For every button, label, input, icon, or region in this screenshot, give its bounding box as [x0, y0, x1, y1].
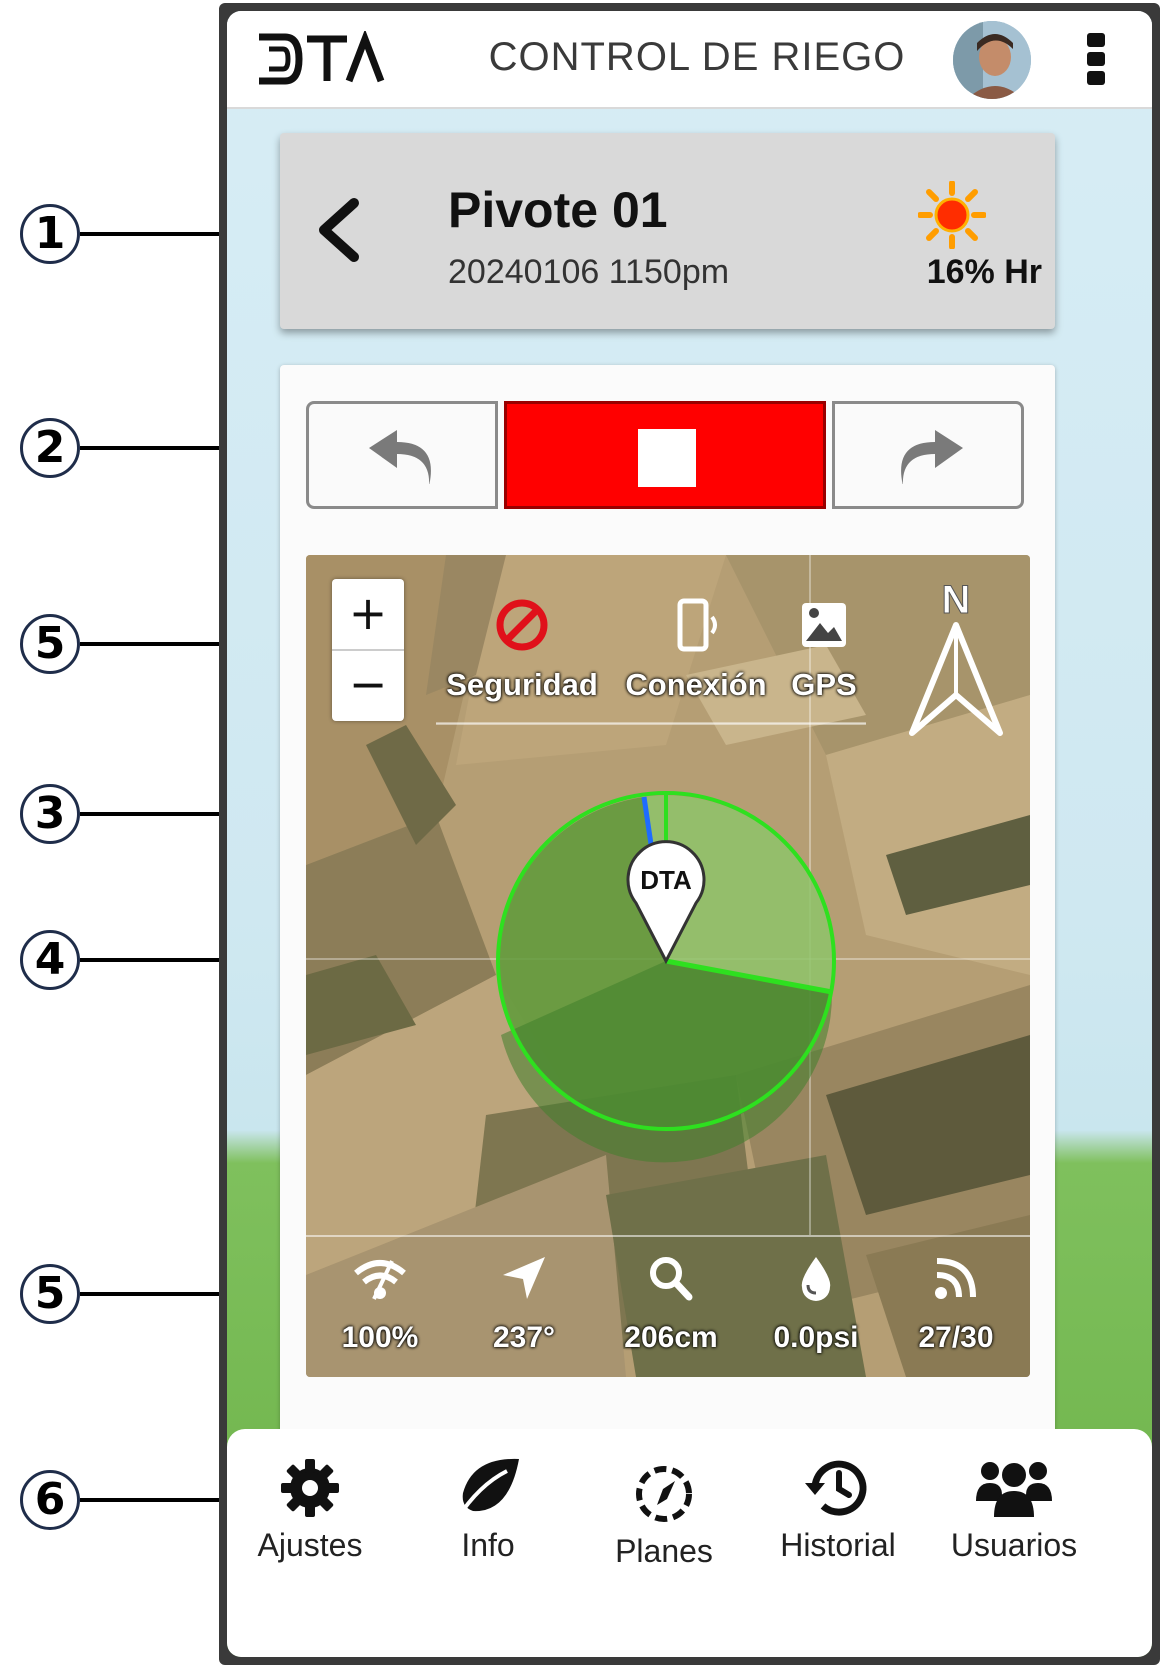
- users-icon: [976, 1462, 1052, 1517]
- reading-value: 27/30: [918, 1321, 994, 1354]
- pivot-name: Pivote 01: [448, 182, 668, 238]
- forward-button[interactable]: [832, 401, 1024, 509]
- nav-ajustes[interactable]: Ajustes: [227, 1455, 395, 1564]
- callout-number: 5: [20, 1264, 80, 1324]
- gear-icon: [281, 1459, 339, 1517]
- search-icon: [650, 1257, 693, 1301]
- nav-usuarios[interactable]: Usuarios: [929, 1455, 1099, 1564]
- navigation-arrow-icon: [503, 1257, 545, 1299]
- map-divider: [306, 1235, 1030, 1237]
- status-label: GPS: [791, 667, 857, 702]
- reading-value: 100%: [341, 1321, 419, 1354]
- more-vert-icon[interactable]: [1085, 33, 1107, 93]
- pivot-header-card: Pivote 01 20240106 1150pm 16% Hr: [280, 133, 1055, 329]
- water-drop-icon: [801, 1257, 831, 1301]
- stop-button[interactable]: [504, 401, 826, 509]
- callout-number: 4: [20, 930, 80, 990]
- nav-info[interactable]: Info: [403, 1455, 573, 1564]
- reading-pressure: 0.0psi: [756, 1255, 876, 1355]
- status-conexion[interactable]: Conexión: [614, 597, 778, 703]
- reading-signal: 100%: [320, 1255, 440, 1355]
- bottom-navigation: Ajustes Info Planes Historial Usuarios: [227, 1429, 1152, 1657]
- back-button[interactable]: [310, 195, 370, 265]
- phone-frame: CONTROL DE RIEGO Pivote 01 20240106 1150…: [219, 3, 1160, 1665]
- redo-arrow-icon: [901, 430, 963, 484]
- status-divider: [436, 723, 866, 725]
- north-label: N: [942, 578, 971, 622]
- zoom-in-button[interactable]: +: [332, 579, 404, 651]
- stop-icon: [638, 429, 696, 487]
- zoom-out-button[interactable]: −: [332, 650, 404, 720]
- app-title: CONTROL DE RIEGO: [488, 35, 906, 79]
- wifi-icon: [354, 1260, 406, 1300]
- dta-logo[interactable]: [255, 29, 385, 92]
- phone-signal-icon: [677, 598, 717, 652]
- undo-arrow-icon: [369, 430, 431, 484]
- reading-value: 237°: [492, 1321, 556, 1354]
- status-label: Seguridad: [446, 667, 598, 702]
- dashed-compass-icon: [636, 1466, 692, 1522]
- app-header: CONTROL DE RIEGO: [227, 11, 1152, 109]
- status-label: Conexión: [625, 667, 767, 702]
- satellite-map[interactable]: + − Seguridad Conexión GPS N DTA 100% 23…: [306, 555, 1030, 1377]
- leaf-icon: [455, 1458, 519, 1521]
- callout-number: 6: [20, 1470, 80, 1530]
- reading-level: 206cm: [611, 1255, 731, 1355]
- zoom-control: + −: [332, 579, 404, 721]
- nav-label: Historial: [780, 1527, 896, 1563]
- north-indicator: N: [904, 573, 1008, 743]
- app-screen: CONTROL DE RIEGO Pivote 01 20240106 1150…: [227, 11, 1152, 1657]
- rss-icon: [935, 1258, 976, 1299]
- prohibited-icon: [496, 599, 548, 651]
- reading-direction: 237°: [464, 1255, 584, 1355]
- status-seguridad[interactable]: Seguridad: [440, 597, 604, 703]
- nav-planes[interactable]: Planes: [579, 1461, 749, 1570]
- nav-label: Planes: [615, 1533, 713, 1569]
- reading-value: 206cm: [624, 1321, 718, 1354]
- humidity-value: 16% Hr: [926, 253, 1042, 291]
- reading-value: 0.0psi: [773, 1321, 859, 1354]
- pivot-marker[interactable]: DTA: [626, 837, 706, 967]
- callout-number: 1: [20, 204, 80, 264]
- marker-logo: DTA: [640, 865, 692, 895]
- callout-number: 2: [20, 418, 80, 478]
- nav-label: Ajustes: [257, 1527, 363, 1563]
- callout-number: 3: [20, 784, 80, 844]
- sun-icon: [917, 180, 987, 250]
- control-panel: + − Seguridad Conexión GPS N DTA 100% 23…: [280, 365, 1055, 1445]
- pivot-datetime: 20240106 1150pm: [448, 253, 730, 291]
- reverse-button[interactable]: [306, 401, 498, 509]
- nav-historial[interactable]: Historial: [753, 1455, 923, 1564]
- user-avatar[interactable]: [953, 21, 1031, 99]
- image-icon: [802, 603, 846, 647]
- nav-label: Usuarios: [950, 1527, 1078, 1563]
- history-icon: [805, 1460, 867, 1516]
- callout-number: 5: [20, 614, 80, 674]
- reading-satellites: 27/30: [896, 1255, 1016, 1355]
- status-gps[interactable]: GPS: [782, 597, 866, 703]
- nav-label: Info: [461, 1527, 515, 1563]
